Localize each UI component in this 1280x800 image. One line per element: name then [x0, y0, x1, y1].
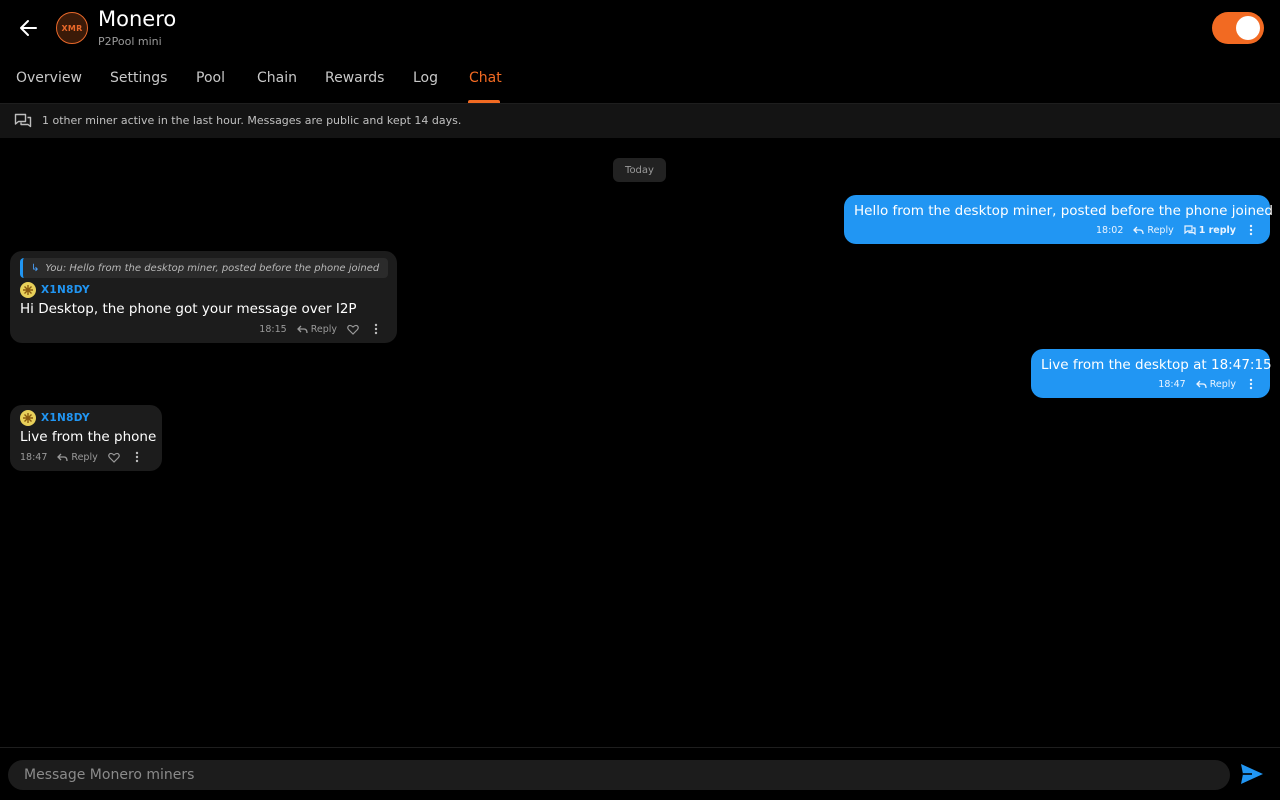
message-meta: 18:47 Reply [20, 450, 142, 464]
miner-avatar-icon [23, 285, 33, 295]
message-bubble-outgoing[interactable]: Live from the desktop at 18:47:15 18:47 … [1031, 349, 1272, 398]
more-vertical-icon [135, 451, 138, 463]
sender-name[interactable]: X1N8DY [41, 284, 90, 296]
message-time: 18:02 [1096, 224, 1124, 236]
heart-icon [107, 452, 120, 463]
message-time: 18:47 [20, 451, 48, 463]
message-more-button[interactable] [1246, 377, 1256, 391]
reply-label: Reply [71, 451, 98, 463]
mining-toggle[interactable] [1212, 12, 1264, 44]
message-input[interactable] [8, 760, 1230, 790]
reply-icon [57, 453, 69, 461]
thread-count-label: 1 reply [1198, 224, 1236, 236]
miner-avatar-icon [23, 413, 33, 423]
message-sender: X1N8DY [20, 410, 90, 426]
message-meta: 18:02 Reply 1 reply [1096, 223, 1256, 237]
message-bubble-incoming[interactable]: X1N8DY Live from the phone 18:47 Reply [10, 405, 162, 471]
page-title: Monero [98, 7, 177, 31]
reply-label: Reply [310, 323, 337, 335]
avatar [20, 282, 36, 298]
thread-replies-button[interactable]: 1 reply [1184, 225, 1236, 236]
tab-chat[interactable]: Chat [469, 70, 502, 86]
reply-icon [1133, 226, 1145, 234]
reply-icon [1195, 380, 1207, 388]
send-button[interactable] [1240, 763, 1266, 787]
message-text: Hello from the desktop miner, posted bef… [854, 203, 1273, 219]
more-vertical-icon [374, 323, 378, 335]
banner-text: 1 other miner active in the last hour. M… [42, 114, 462, 127]
tab-overview[interactable]: Overview [16, 70, 82, 86]
message-meta: 18:47 Reply [1158, 377, 1256, 391]
like-button[interactable] [107, 452, 120, 463]
send-icon [1241, 764, 1263, 784]
message-more-button[interactable] [132, 450, 142, 464]
message-time: 18:47 [1158, 378, 1186, 390]
message-bubble-incoming[interactable]: ↳ You: Hello from the desktop miner, pos… [10, 251, 397, 343]
message-text: Hi Desktop, the phone got your message o… [20, 301, 357, 317]
avatar [20, 410, 36, 426]
reply-label: Reply [1209, 378, 1236, 390]
message-sender: X1N8DY [20, 282, 90, 298]
reply-button[interactable]: Reply [1195, 378, 1236, 390]
reply-arrow-icon: ↳ [31, 262, 40, 274]
more-vertical-icon [1249, 224, 1253, 236]
reply-button[interactable]: Reply [296, 323, 337, 335]
toggle-knob [1236, 16, 1260, 40]
message-more-button[interactable] [1246, 223, 1256, 237]
message-text: Live from the phone [20, 429, 157, 445]
reply-icon [296, 325, 308, 333]
reply-button[interactable]: Reply [57, 451, 98, 463]
quoted-text: You: Hello from the desktop miner, poste… [45, 262, 380, 274]
coin-symbol: XMR [61, 23, 83, 33]
message-composer [0, 747, 1280, 800]
active-tab-indicator [468, 100, 500, 103]
chat-bubbles-icon [14, 113, 32, 128]
page-subtitle: P2Pool mini [98, 35, 162, 48]
message-bubble-outgoing[interactable]: Hello from the desktop miner, posted bef… [844, 195, 1273, 244]
message-text: Live from the desktop at 18:47:15 [1041, 357, 1272, 373]
date-separator: Today [613, 158, 666, 182]
coin-logo: XMR [56, 12, 88, 44]
thread-icon [1184, 225, 1196, 235]
tab-settings[interactable]: Settings [110, 70, 167, 86]
arrow-left-icon [20, 20, 37, 36]
tab-chain[interactable]: Chain [257, 70, 297, 86]
tab-rewards[interactable]: Rewards [325, 70, 384, 86]
quoted-message[interactable]: ↳ You: Hello from the desktop miner, pos… [20, 258, 388, 278]
like-button[interactable] [347, 324, 359, 335]
tab-log[interactable]: Log [413, 70, 438, 86]
message-time: 18:15 [259, 323, 287, 335]
back-button[interactable] [14, 14, 42, 42]
reply-label: Reply [1147, 224, 1174, 236]
reply-button[interactable]: Reply [1133, 224, 1174, 236]
info-banner: 1 other miner active in the last hour. M… [0, 104, 1280, 138]
app-header: XMR Monero P2Pool mini [0, 0, 1280, 56]
tab-bar: Overview Settings Pool Chain Rewards Log… [0, 56, 1280, 104]
message-meta: 18:15 Reply [259, 322, 381, 336]
message-more-button[interactable] [371, 322, 381, 336]
sender-name[interactable]: X1N8DY [41, 412, 90, 424]
more-vertical-icon [1249, 378, 1253, 390]
tab-pool[interactable]: Pool [196, 70, 225, 86]
heart-icon [347, 324, 359, 335]
